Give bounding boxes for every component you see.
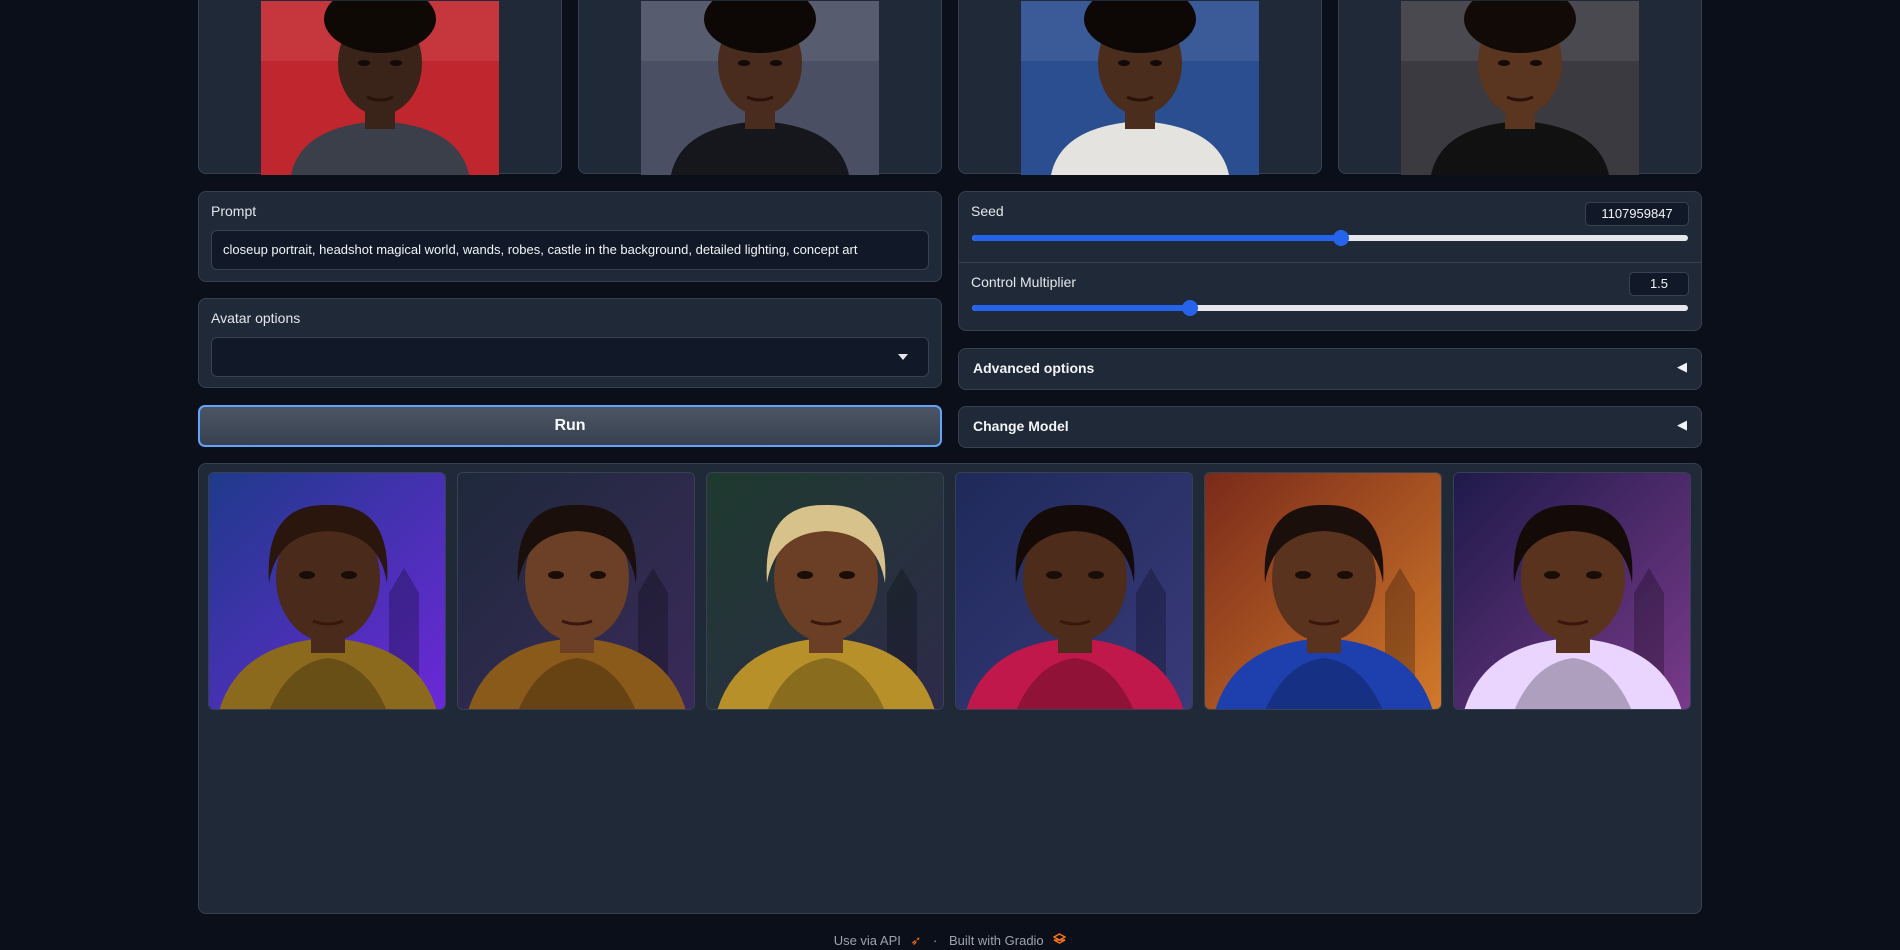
input-photo (261, 1, 499, 175)
seed-value: 1107959847 (1601, 206, 1673, 221)
input-photo (1021, 1, 1259, 175)
change-model-label: Change Model (973, 418, 1069, 434)
input-image-panel-3[interactable] (958, 0, 1322, 175)
avatar-options-label: Avatar options (211, 310, 301, 326)
caret-left-icon: ◀ (1677, 417, 1687, 432)
divider (959, 262, 1701, 263)
gallery-image-2[interactable] (457, 472, 695, 710)
avatar-options-dropdown[interactable] (211, 337, 929, 377)
avatar-options-panel: Avatar options (198, 298, 942, 388)
use-via-api-link[interactable]: Use via API (834, 933, 901, 948)
gallery-image-1[interactable] (208, 472, 446, 710)
input-image-panel-1[interactable] (198, 0, 562, 175)
gallery-image-5[interactable] (1204, 472, 1442, 710)
gallery-image-6[interactable] (1453, 472, 1691, 710)
seed-number-input[interactable]: 1107959847 (1585, 202, 1689, 226)
advanced-options-label: Advanced options (973, 360, 1095, 376)
footer: Use via API ➶ · Built with Gradio (0, 932, 1900, 949)
run-button[interactable]: Run (198, 405, 942, 447)
control-multiplier-slider[interactable] (972, 300, 1688, 316)
seed-slider-fill (972, 235, 1341, 241)
footer-separator: · (933, 933, 938, 949)
prompt-label: Prompt (211, 203, 257, 219)
control-multiplier-label: Control Multiplier (971, 274, 1077, 290)
prompt-panel: Prompt closeup portrait, headshot magica… (198, 191, 942, 282)
rocket-icon: ➶ (910, 932, 922, 948)
gradio-logo-icon (1052, 932, 1067, 949)
output-gallery (198, 463, 1702, 914)
input-image-panel-2[interactable] (578, 0, 942, 175)
input-image-panel-4[interactable] (1338, 0, 1702, 175)
prompt-input[interactable]: closeup portrait, headshot magical world… (211, 230, 929, 270)
sliders-panel: Seed 1107959847 Control Multiplier 1.5 (958, 191, 1702, 331)
seed-slider-thumb[interactable] (1332, 230, 1349, 246)
control-multiplier-slider-thumb[interactable] (1182, 300, 1199, 316)
input-photo (641, 1, 879, 175)
control-multiplier-number-input[interactable]: 1.5 (1629, 272, 1689, 296)
seed-label: Seed (971, 203, 1004, 219)
chevron-down-icon (898, 354, 908, 360)
advanced-options-accordion[interactable]: Advanced options ◀ (958, 348, 1702, 390)
seed-slider[interactable] (972, 230, 1688, 246)
prompt-value: closeup portrait, headshot magical world… (223, 242, 858, 257)
control-multiplier-value: 1.5 (1649, 276, 1669, 291)
built-with-gradio-link[interactable]: Built with Gradio (949, 933, 1044, 948)
control-multiplier-slider-fill (972, 305, 1191, 311)
gallery-image-4[interactable] (955, 472, 1193, 710)
run-button-label: Run (554, 417, 586, 434)
caret-left-icon: ◀ (1677, 359, 1687, 374)
gallery-image-3[interactable] (706, 472, 944, 710)
change-model-accordion[interactable]: Change Model ◀ (958, 406, 1702, 448)
input-photo (1401, 1, 1639, 175)
